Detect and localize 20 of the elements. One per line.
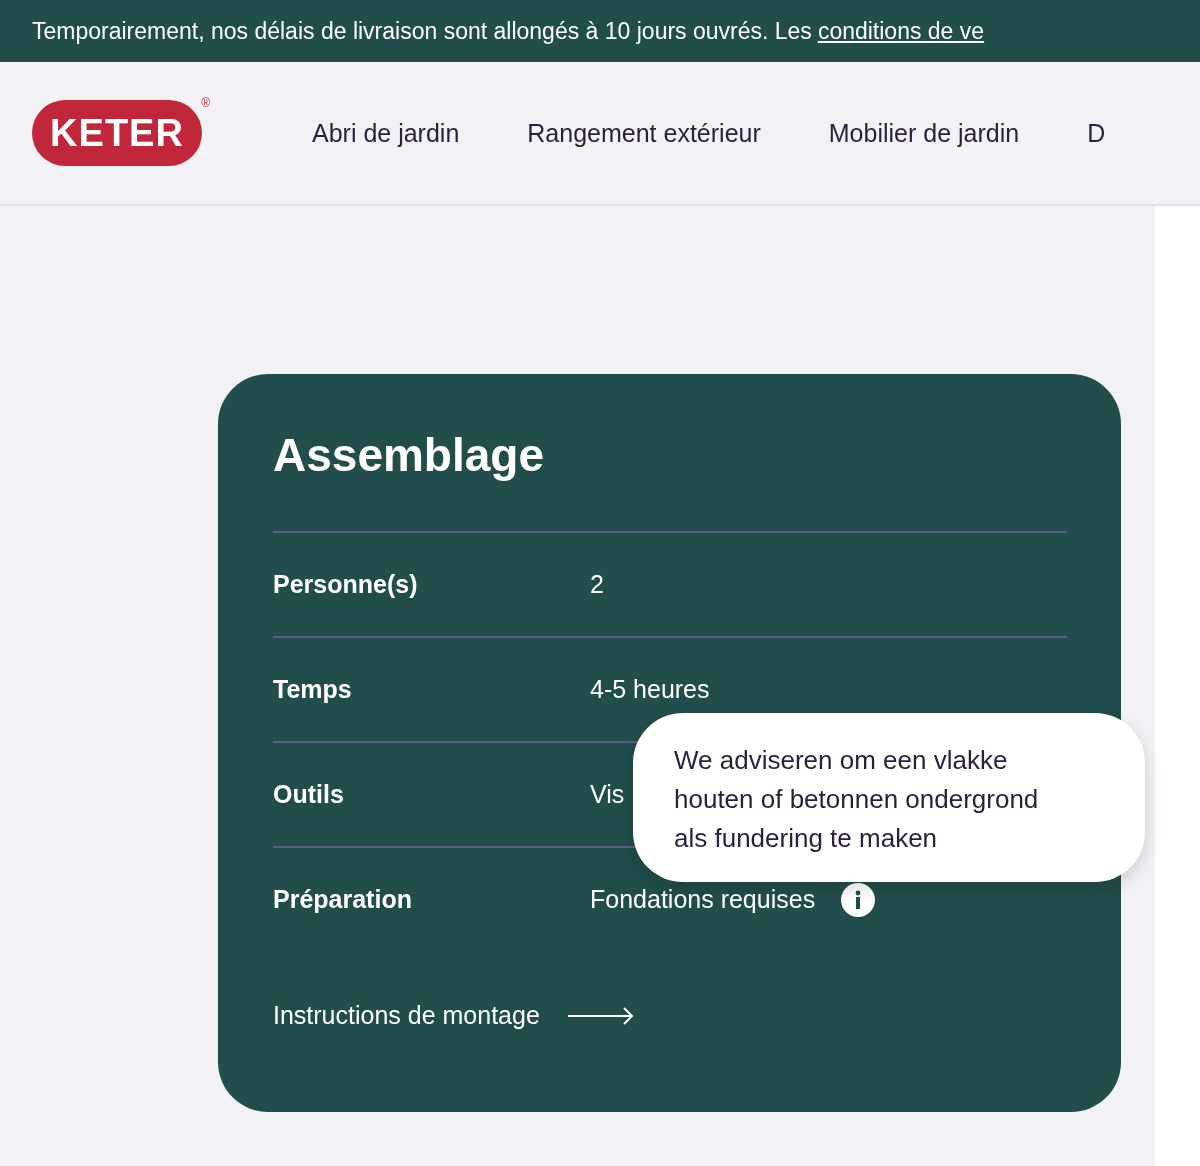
- arrow-right-icon: [567, 1005, 634, 1026]
- row-value: 2: [590, 570, 604, 599]
- row-label: Outils: [273, 780, 345, 809]
- nav-link[interactable]: Mobilier de jardin: [828, 118, 1020, 148]
- nav-link[interactable]: Rangement extérieur: [527, 118, 761, 148]
- nav-link[interactable]: D: [1087, 118, 1106, 148]
- announcement-text: Temporairement, nos délais de livraison sont allongés à 10 jours ouvrés. Les: [32, 17, 812, 45]
- registered-mark: ®: [201, 96, 210, 110]
- row-label: Préparation: [273, 885, 413, 914]
- row-label: Personne(s): [273, 570, 419, 599]
- row-value: 4-5 heures: [590, 675, 710, 704]
- tooltip: We adviseren om een vlakke houten of betonnen ondergrond als fundering te maken: [633, 713, 1145, 882]
- row-value: Fondations requises: [590, 885, 816, 914]
- instructions-link[interactable]: Instructions de montage: [273, 1001, 540, 1030]
- brand-logo[interactable]: KETER: [32, 100, 202, 166]
- info-icon[interactable]: [841, 882, 876, 917]
- row-label: Temps: [273, 675, 353, 704]
- nav-link[interactable]: Abri de jardin: [312, 118, 460, 148]
- conditions-link[interactable]: conditions de ve: [817, 17, 985, 45]
- row-value: Vis: [590, 780, 625, 809]
